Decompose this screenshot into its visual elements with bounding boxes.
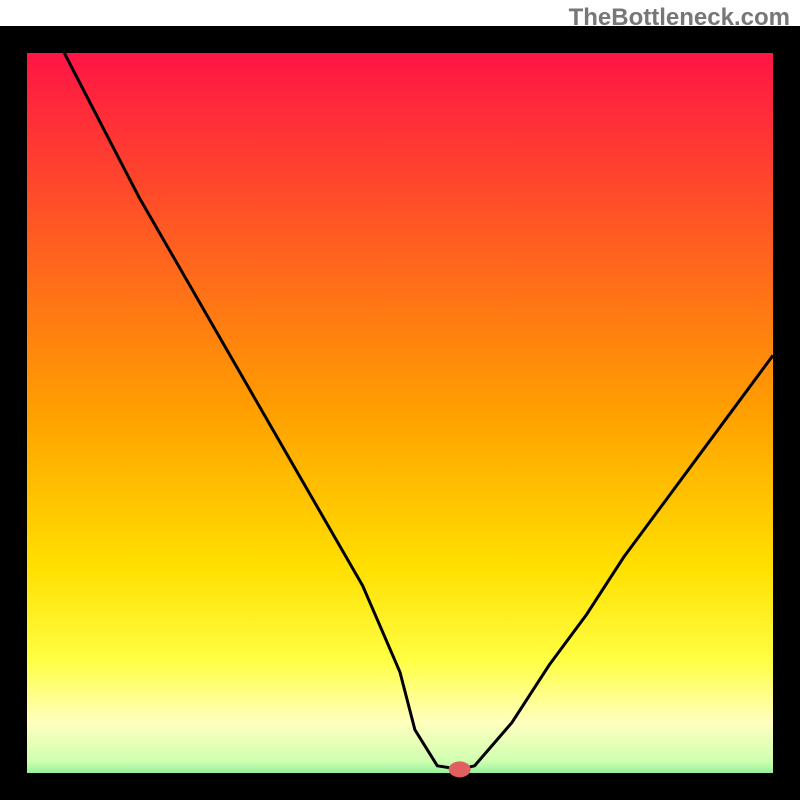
minimum-marker [449, 761, 471, 777]
watermark-label: TheBottleneck.com [569, 4, 790, 32]
chart-background [0, 26, 800, 800]
bottleneck-chart [0, 0, 800, 800]
chart-container: TheBottleneck.com [0, 0, 800, 800]
